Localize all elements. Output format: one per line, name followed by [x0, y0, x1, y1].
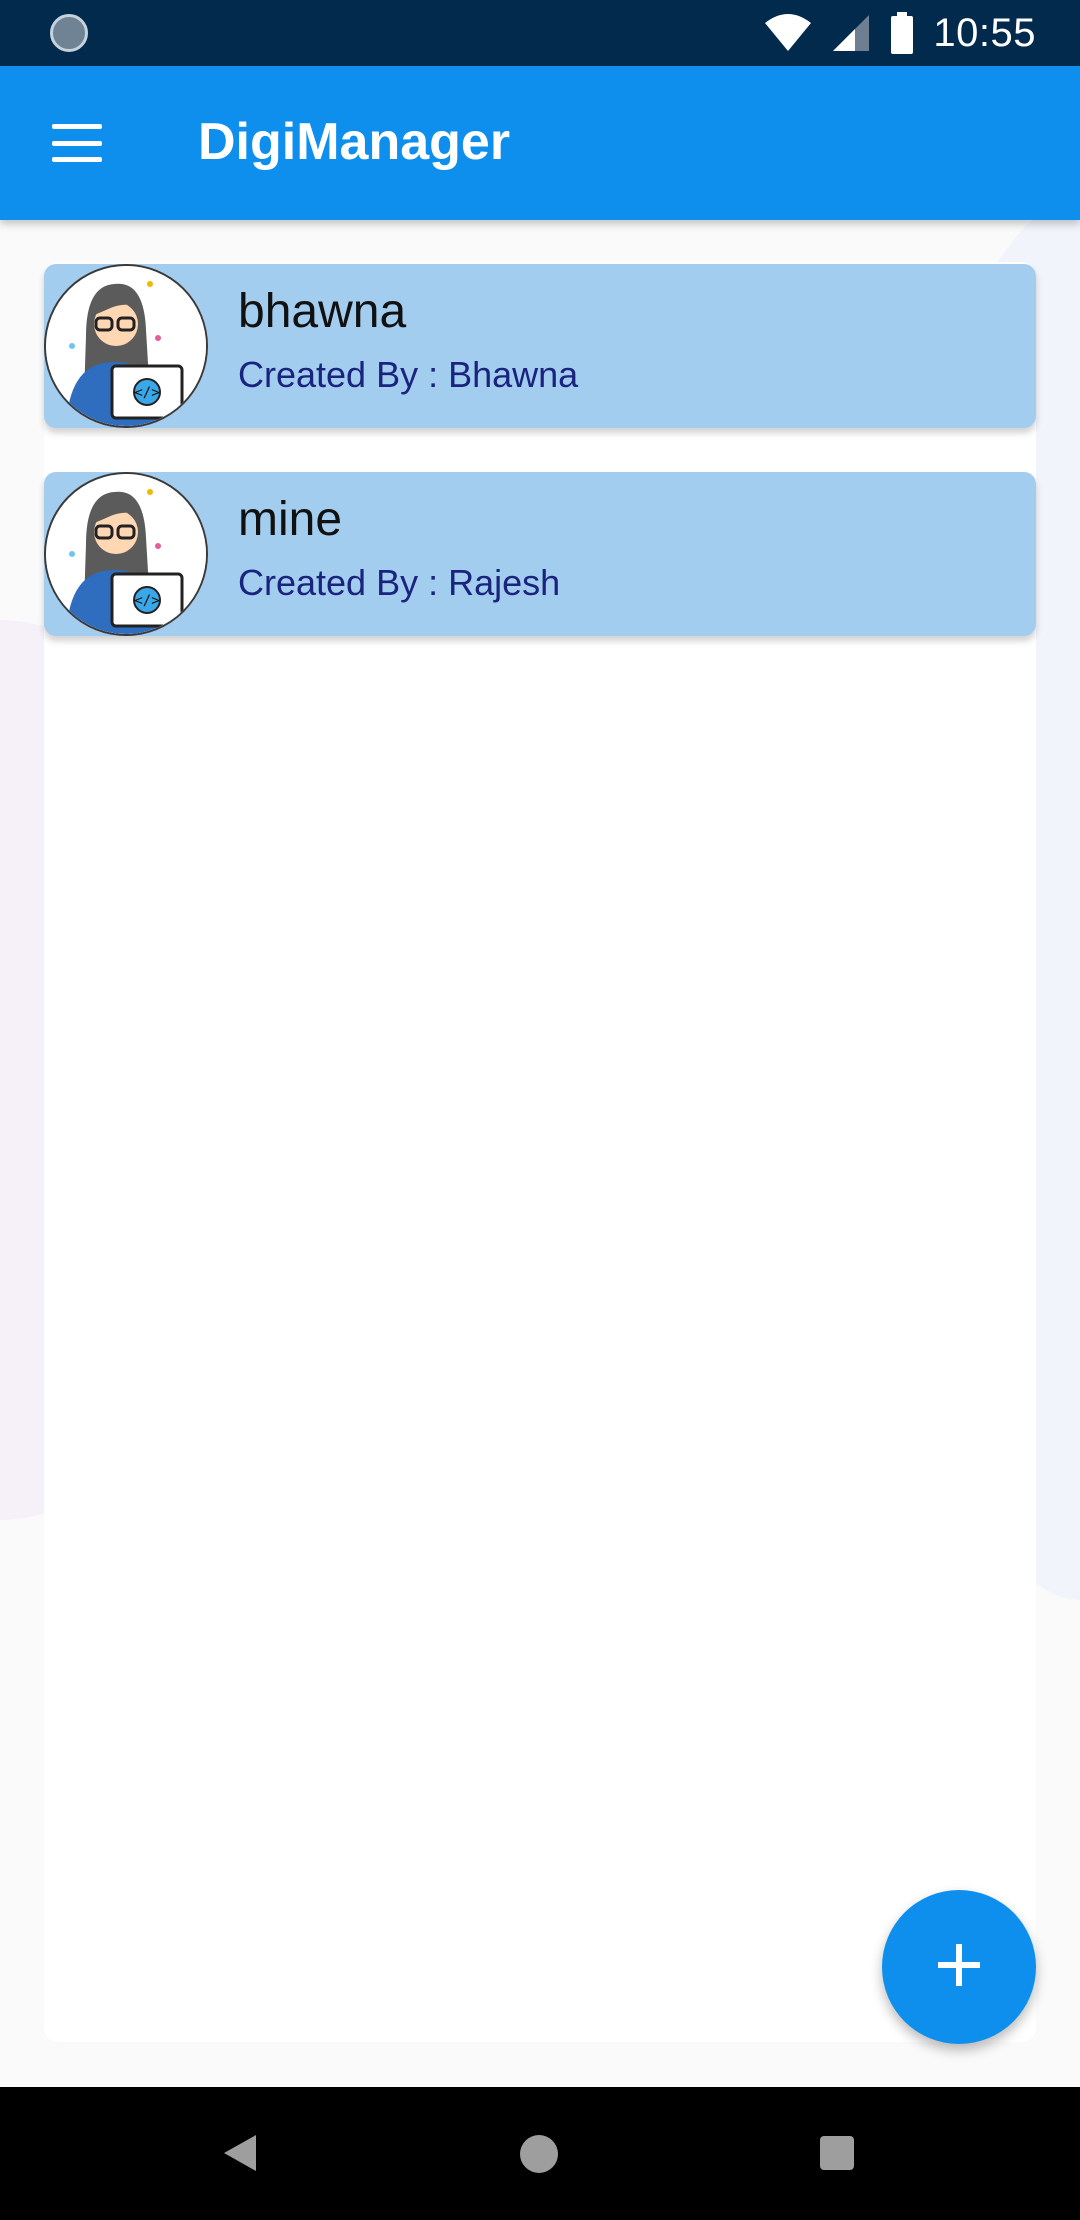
home-icon[interactable]	[520, 2135, 558, 2173]
back-icon[interactable]	[222, 2133, 258, 2178]
app-bar: DigiManager	[0, 66, 1080, 220]
creator-name: Bhawna	[448, 354, 579, 395]
svg-text:</>: </>	[134, 385, 159, 401]
svg-text:</>: </>	[134, 593, 159, 609]
app-screen: 10:55 DigiManager </> bhawna Created By …	[0, 0, 1080, 2220]
hamburger-menu-icon[interactable]	[44, 116, 110, 170]
created-by-label: Created By :	[238, 562, 439, 603]
list-item-title: bhawna	[238, 285, 407, 338]
plus-icon	[936, 1942, 982, 1993]
signal-icon	[831, 13, 871, 53]
list-item-card[interactable]: </> mine Created By : Rajesh	[44, 472, 1036, 636]
navigation-bar	[0, 2087, 1080, 2220]
list-item-card[interactable]: </> bhawna Created By : Bhawna	[44, 264, 1036, 428]
list-item-title: mine	[238, 493, 343, 546]
add-button[interactable]	[882, 1890, 1036, 2044]
list-item[interactable]: </> mine Created By : Rajesh	[44, 472, 1036, 652]
list-item-subtitle: Created By : Rajesh	[238, 562, 560, 604]
list-item-subtitle: Created By : Bhawna	[238, 354, 578, 396]
creator-name: Rajesh	[448, 562, 561, 603]
sync-icon	[50, 14, 88, 52]
recents-icon[interactable]	[820, 2136, 854, 2170]
developer-avatar-icon: </>	[44, 264, 208, 428]
developer-avatar-icon: </>	[44, 472, 208, 636]
status-bar: 10:55	[0, 0, 1080, 66]
list-item[interactable]: </> bhawna Created By : Bhawna	[44, 264, 1036, 444]
created-by-label: Created By :	[238, 354, 439, 395]
wifi-icon	[763, 13, 813, 53]
battery-icon	[889, 12, 915, 54]
app-title: DigiManager	[198, 113, 511, 171]
status-time: 10:55	[933, 10, 1036, 55]
status-icons: 10:55	[763, 0, 1036, 66]
